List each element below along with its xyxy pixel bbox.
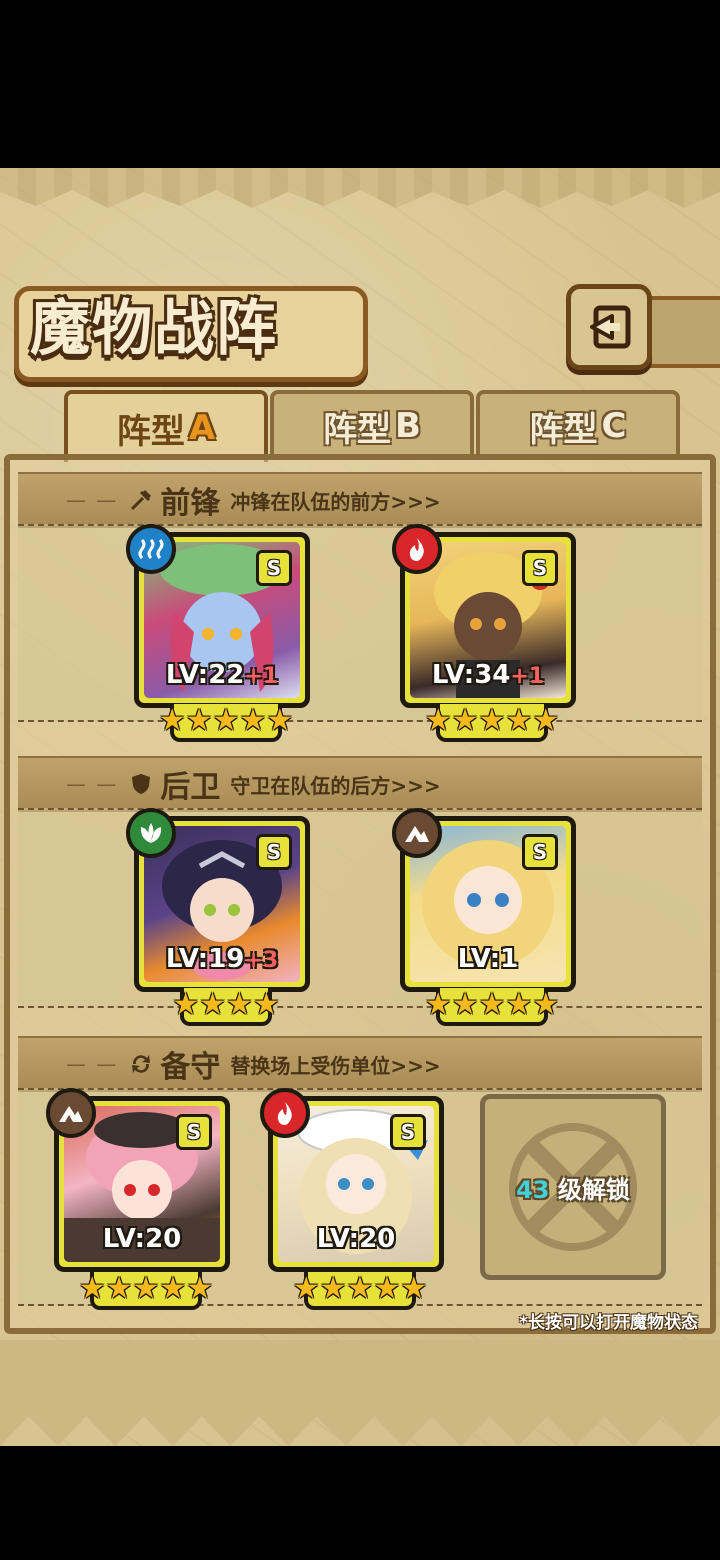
shield-icon — [128, 771, 154, 797]
tab-letter: C — [601, 406, 627, 446]
grade-badge: S — [522, 550, 558, 586]
star-rating: ★ ★ ★ ★ ★ — [425, 704, 559, 742]
torn-paper-bottom — [0, 1340, 720, 1446]
section-desc: 守卫在队伍的后方>>> — [230, 773, 441, 798]
section-title: 后卫 — [160, 770, 221, 805]
sword-icon — [128, 487, 154, 513]
footnote-hint: *长按可以打开魔物状态 — [519, 1313, 698, 1333]
grade-badge: S — [256, 834, 292, 870]
level-plus: +1 — [510, 664, 545, 689]
star-rating: ★ ★ ★ ★ ★ — [425, 988, 559, 1026]
level-text: LV:34 — [431, 660, 511, 690]
level-label: LV:20 — [278, 1224, 434, 1254]
star-rating: ★ ★ ★ ★ ★ — [159, 704, 293, 742]
row-background — [18, 808, 702, 1008]
formation-screen: 魔物战阵 阵型 A 阵型 B 阵型 C — — 前锋 冲锋在队伍的前方>>> S… — [0, 168, 720, 1446]
page-title: 魔物战阵 — [30, 294, 278, 364]
wood-element-icon — [126, 808, 176, 858]
tab-formation-a[interactable]: 阵型 A — [64, 390, 268, 462]
unlock-requirement: 43 级解锁 — [516, 1170, 630, 1205]
level-label: LV:19+3 — [144, 944, 300, 974]
formation-tabs: 阵型 A 阵型 B 阵型 C — [14, 390, 706, 462]
tab-label: 阵型 — [323, 409, 392, 450]
torn-paper-top — [0, 168, 720, 208]
grade-badge: S — [176, 1114, 212, 1150]
fire-element-icon — [392, 524, 442, 574]
grade-badge: S — [390, 1114, 426, 1150]
tab-letter: B — [395, 406, 421, 446]
unlock-label: 级解锁 — [557, 1175, 630, 1204]
section-desc: 冲锋在队伍的前方>>> — [230, 489, 441, 514]
divider-dash: — — — [66, 772, 119, 796]
section-desc: 替换场上受伤单位>>> — [230, 1053, 441, 1078]
back-button[interactable] — [566, 284, 652, 370]
level-label: LV:34+1 — [410, 660, 566, 690]
section-header-rear: — — 后卫 守卫在队伍的后方>>> — [18, 756, 702, 812]
tab-letter: A — [188, 408, 216, 448]
star-rating: ★ ★ ★ ★ ★ — [79, 1272, 213, 1310]
level-text: LV:20 — [316, 1224, 396, 1254]
level-text: LV:1 — [457, 944, 519, 974]
level-label: LV:20 — [64, 1224, 220, 1254]
swap-icon — [128, 1051, 154, 1077]
back-arrow-icon — [590, 305, 631, 349]
star-rating: ★ ★ ★ ★ ★ — [293, 1272, 427, 1310]
row-background — [18, 524, 702, 722]
tab-label: 阵型 — [116, 411, 185, 452]
tab-label: 阵型 — [529, 409, 598, 450]
divider-dash: — — — [66, 1052, 119, 1076]
fire-element-icon — [260, 1088, 310, 1138]
tab-formation-b[interactable]: 阵型 B — [270, 390, 474, 458]
section-title: 前锋 — [160, 486, 221, 521]
level-plus: +1 — [244, 664, 279, 689]
section-title: 备守 — [160, 1050, 221, 1085]
level-label: LV:22+1 — [144, 660, 300, 690]
section-header-reserve: — — 备守 替换场上受伤单位>>> — [18, 1036, 702, 1092]
earth-element-icon — [392, 808, 442, 858]
unlock-level: 43 — [516, 1175, 550, 1204]
level-text: LV:19 — [165, 944, 245, 974]
level-text: LV:20 — [102, 1224, 182, 1254]
tab-formation-c[interactable]: 阵型 C — [476, 390, 680, 458]
divider-dash: — — — [66, 488, 119, 512]
section-header-front: — — 前锋 冲锋在队伍的前方>>> — [18, 472, 702, 528]
water-element-icon — [126, 524, 176, 574]
level-label: LV:1 — [410, 944, 566, 974]
grade-badge: S — [256, 550, 292, 586]
locked-slot[interactable]: 43 级解锁 — [480, 1094, 666, 1280]
level-text: LV:22 — [165, 660, 245, 690]
grade-badge: S — [522, 834, 558, 870]
earth-element-icon — [46, 1088, 96, 1138]
level-plus: +3 — [244, 948, 279, 973]
star-rating: ★ ★ ★ ★ — [172, 988, 280, 1026]
